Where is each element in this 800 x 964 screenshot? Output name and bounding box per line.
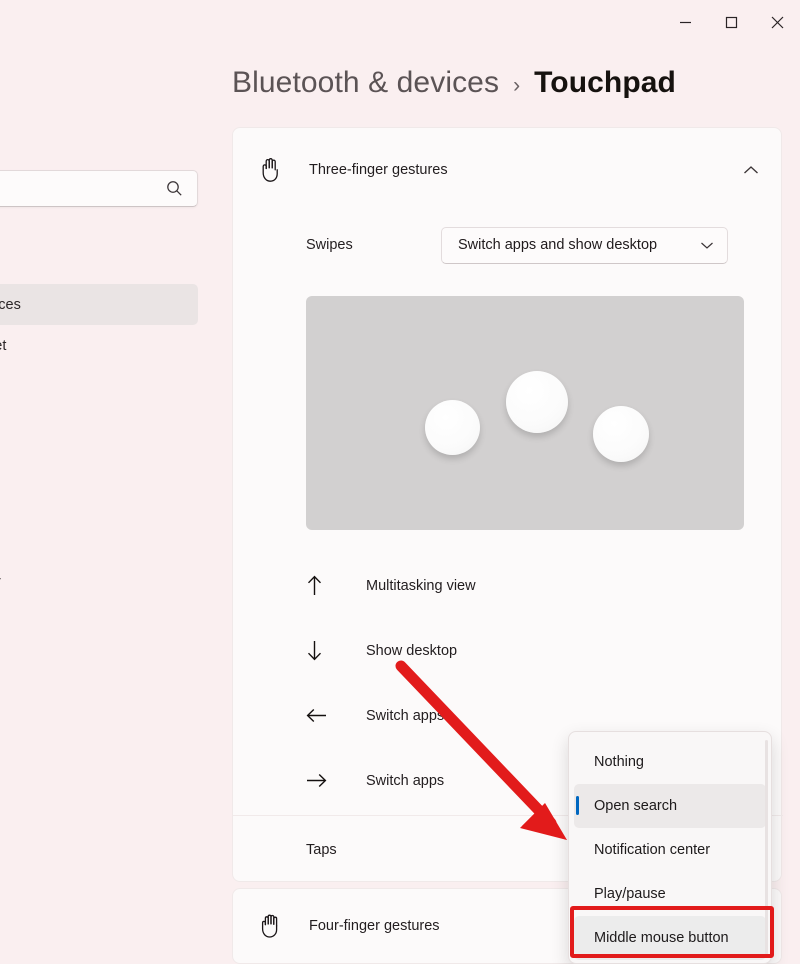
gesture-label: Multitasking view [366, 577, 476, 594]
dropdown-option-open-search[interactable]: Open search [574, 784, 766, 828]
sidebar-item-windows-update[interactable]: pdate [0, 602, 198, 643]
finger-dot [425, 400, 480, 455]
sidebar: ccount & devices internet tion guage y [0, 0, 200, 964]
settings-window: ccount & devices internet tion guage y [0, 0, 800, 964]
three-finger-gestures-title: Three-finger gestures [309, 161, 448, 178]
four-finger-hand-icon [253, 913, 287, 939]
sidebar-item-time-language[interactable]: guage [0, 429, 198, 470]
dropdown-option-middle-mouse-button[interactable]: Middle mouse button [574, 916, 766, 960]
sidebar-item-label: & devices [0, 296, 21, 313]
search-icon [166, 180, 183, 202]
swipes-dropdown[interactable]: Switch apps and show desktop [441, 226, 728, 264]
dropdown-option-label: Play/pause [594, 886, 666, 902]
action-dropdown-menu: Nothing Open search Notification center … [568, 731, 772, 964]
sidebar-nav: & devices internet tion guage y ecurity … [0, 284, 198, 643]
search-input[interactable] [0, 170, 198, 207]
gesture-label: Switch apps [366, 772, 445, 789]
breadcrumb: Bluetooth & devices › Touchpad [232, 66, 676, 100]
dropdown-option-label: Open search [594, 798, 678, 814]
sidebar-item-accessibility[interactable]: y [0, 520, 198, 561]
dropdown-option-label: Nothing [594, 754, 644, 770]
dropdown-option-nothing[interactable]: Nothing [574, 740, 766, 784]
dropdown-option-play-pause[interactable]: Play/pause [574, 872, 766, 916]
finger-dot [593, 406, 649, 462]
swipes-label: Swipes [306, 237, 353, 253]
dropdown-option-label: Notification center [594, 842, 711, 858]
sidebar-item-network-internet[interactable]: internet [0, 325, 198, 366]
sidebar-item-personalization[interactable]: tion [0, 366, 198, 407]
sidebar-item-privacy-security[interactable]: ecurity [0, 561, 198, 602]
arrow-left-icon [306, 707, 336, 724]
close-button[interactable] [754, 0, 800, 44]
swipes-row: Swipes Switch apps and show desktop [233, 211, 783, 279]
chevron-down-icon [700, 241, 714, 250]
finger-dot [506, 371, 568, 433]
arrow-up-icon [306, 575, 336, 596]
arrow-right-icon [306, 772, 336, 789]
page-title: Touchpad [534, 66, 676, 99]
breadcrumb-separator-icon: › [513, 74, 521, 97]
taps-label: Taps [306, 841, 337, 858]
gesture-row-up: Multitasking view [233, 553, 783, 618]
dropdown-option-label: Middle mouse button [594, 930, 729, 946]
swipes-dropdown-value: Switch apps and show desktop [458, 237, 658, 253]
sidebar-item-bluetooth-devices[interactable]: & devices [0, 284, 198, 325]
sidebar-item-label: internet [0, 337, 7, 354]
three-finger-hand-icon [253, 157, 287, 183]
sidebar-item-label: ecurity [0, 574, 1, 590]
minimize-button[interactable] [662, 0, 708, 44]
gesture-label: Switch apps [366, 707, 445, 724]
gesture-label: Show desktop [366, 642, 458, 659]
arrow-down-icon [306, 640, 336, 661]
dropdown-option-notification-center[interactable]: Notification center [574, 828, 766, 872]
breadcrumb-parent[interactable]: Bluetooth & devices [232, 66, 499, 100]
chevron-up-icon[interactable] [743, 165, 759, 175]
dropdown-scrollbar[interactable] [765, 740, 768, 958]
three-finger-gestures-header[interactable]: Three-finger gestures [233, 128, 781, 211]
gesture-row-down: Show desktop [233, 618, 783, 683]
touchpad-illustration [306, 296, 744, 530]
maximize-button[interactable] [708, 0, 754, 44]
